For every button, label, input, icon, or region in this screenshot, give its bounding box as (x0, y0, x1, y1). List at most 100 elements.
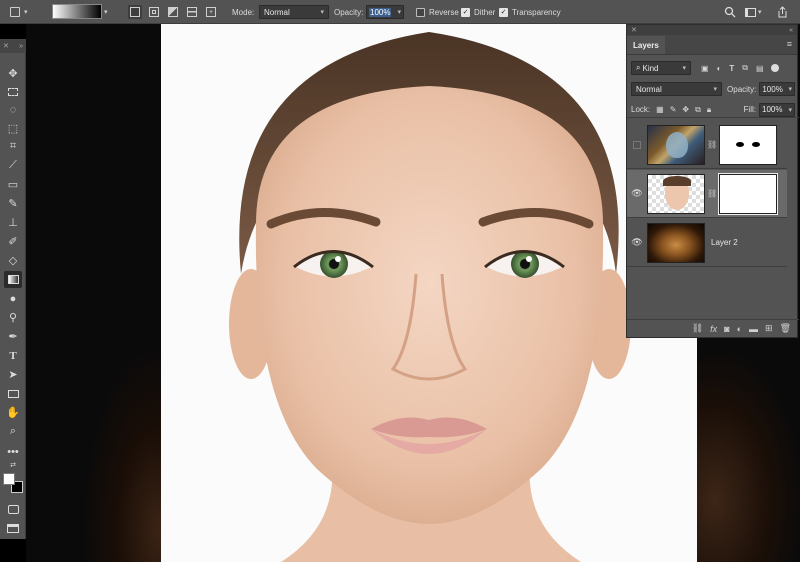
visibility-toggle[interactable]: 👁︎ (627, 237, 647, 248)
diamond-gradient-button[interactable]: + (204, 5, 218, 19)
gradient-picker[interactable] (52, 4, 102, 19)
layer-mask-thumbnail[interactable] (718, 172, 779, 215)
workspace-button[interactable]: ▾ (745, 0, 762, 24)
opacity-value: 100% (369, 7, 392, 17)
lock-transparent-icon[interactable]: ▦ (656, 105, 664, 114)
mode-select[interactable]: Normal ▾ (259, 5, 329, 19)
panel-tabs: Layers ≡ (627, 35, 797, 55)
quick-mask[interactable] (4, 501, 22, 518)
dither-checkbox[interactable]: ✓ Dither (461, 0, 495, 24)
fx-icon[interactable]: fx (710, 324, 717, 334)
foreground-color-swatch[interactable] (3, 473, 15, 485)
dodge-tool[interactable]: ⚲ (4, 309, 22, 326)
lock-position-icon[interactable]: ✥ (682, 105, 689, 114)
close-icon[interactable]: ✕ (3, 42, 9, 50)
fill-label: Fill: (743, 105, 756, 114)
radial-gradient-button[interactable] (147, 5, 161, 19)
angle-gradient-button[interactable] (166, 5, 180, 19)
add-mask-icon[interactable]: ◙ (724, 324, 729, 334)
pen-tool[interactable]: ✒ (4, 328, 22, 345)
linear-gradient-button[interactable] (128, 5, 142, 19)
history-brush-tool[interactable]: ✐ (4, 233, 22, 250)
dither-label: Dither (474, 7, 496, 17)
eyedropper-tool[interactable]: ⟋ (4, 157, 22, 174)
link-icon[interactable]: ⛓ (707, 189, 717, 198)
layer-thumbnail-face-photo[interactable] (647, 173, 705, 214)
visibility-toggle[interactable] (627, 140, 647, 149)
clone-stamp-tool[interactable]: ⊥ (4, 214, 22, 231)
lasso-tool[interactable]: ◌ (4, 101, 22, 118)
lock-pixels-icon[interactable]: ✎ (670, 105, 677, 114)
panel-menu-icon[interactable]: ≡ (787, 39, 792, 49)
zoom-tool[interactable]: ⌕ (4, 423, 22, 440)
gradient-dropdown[interactable]: ▾ (104, 0, 108, 24)
trash-icon[interactable]: 🗑︎ (780, 323, 791, 334)
smart-object-filter-icon[interactable]: ▤ (756, 64, 764, 73)
gradient-tool-icon (8, 5, 22, 19)
rectangle-tool[interactable] (4, 385, 22, 402)
foreground-background[interactable] (3, 473, 25, 495)
layer-row[interactable]: ⛓ (627, 121, 787, 169)
layer-mask-thumbnail[interactable] (719, 124, 778, 165)
reverse-checkbox[interactable]: Reverse (416, 0, 459, 24)
blend-mode-select[interactable]: Normal ▾ (631, 82, 723, 96)
gradient-tool[interactable] (4, 271, 22, 288)
chevron-down-icon: ▾ (788, 106, 792, 114)
type-filter-icon[interactable]: T (729, 64, 734, 73)
lock-artboard-icon[interactable]: ⧉ (695, 105, 701, 115)
layer-opacity-field[interactable]: 100% ▾ (759, 82, 795, 96)
marquee-tool[interactable] (4, 83, 22, 100)
adjustment-layer-icon[interactable]: ◐ (737, 324, 742, 334)
path-select-tool[interactable]: ➤ (4, 366, 22, 383)
move-tool[interactable]: ✥ (4, 65, 22, 82)
blend-row: Normal ▾ Opacity: 100% ▾ (627, 81, 799, 97)
woman-face-illustration (229, 32, 631, 562)
tab-layers[interactable]: Layers (627, 36, 665, 54)
quick-select-tool[interactable]: ⬚ (4, 120, 22, 137)
chevron-down-icon: ▾ (758, 9, 762, 16)
chevron-down-icon: ▾ (397, 9, 401, 16)
search-button[interactable] (724, 0, 736, 24)
opacity-label: Opacity: (334, 7, 364, 17)
swap-colors[interactable]: ⇄ (4, 460, 22, 470)
layer-thumbnail-lion-photo[interactable] (647, 222, 705, 263)
layer-name: Layer 2 (711, 238, 738, 247)
close-icon[interactable]: ✕ (631, 26, 637, 34)
expand-icon[interactable]: » (19, 43, 23, 50)
crop-tool[interactable]: ⌗ (4, 138, 22, 155)
pixel-filter-icon[interactable]: ▣ (701, 64, 709, 73)
eraser-tool[interactable]: ◇ (4, 252, 22, 269)
chevron-down-icon: ▾ (713, 86, 718, 93)
lock-all-icon[interactable]: 🔒︎ (707, 105, 711, 115)
layer-thumbnail-mask-photo[interactable] (647, 124, 705, 165)
layer-row[interactable]: 👁︎ Layer 2 (627, 219, 787, 267)
filter-kind-select[interactable]: ⌕ Kind ▾ (631, 61, 691, 75)
reflected-gradient-button[interactable] (185, 5, 199, 19)
new-layer-icon[interactable]: ⊞ (765, 323, 773, 334)
healing-tool[interactable]: ▭ (4, 176, 22, 193)
link-icon[interactable]: ⛓ (707, 140, 717, 149)
hand-tool[interactable]: ✋ (4, 404, 22, 421)
adjustment-filter-icon[interactable]: ◐ (717, 64, 722, 73)
stamp-icon: ⊥ (8, 217, 18, 229)
blur-tool[interactable]: ● (4, 290, 22, 307)
layer-row-selected[interactable]: 👁︎ ⛓ (627, 170, 787, 218)
link-layers-icon[interactable]: ⛓ (692, 323, 703, 334)
filter-toggle-icon[interactable] (770, 64, 779, 72)
tool-preset-picker[interactable]: ▾ (8, 0, 28, 24)
opacity-field[interactable]: 100% ▾ (366, 5, 404, 19)
panel-titlebar: ✕ « (627, 25, 797, 35)
visibility-toggle[interactable]: 👁︎ (627, 188, 647, 199)
shape-filter-icon[interactable]: ⧉ (742, 63, 748, 73)
share-button[interactable] (777, 0, 788, 24)
new-group-icon[interactable]: ▬ (749, 324, 758, 334)
type-tool[interactable]: T (4, 347, 22, 364)
layer-opacity-value: 100% (762, 84, 783, 94)
transparency-checkbox[interactable]: ✓ Transparency (499, 0, 561, 24)
dither-check: ✓ (461, 7, 470, 17)
collapse-icon[interactable]: « (789, 27, 793, 34)
screen-mode[interactable] (4, 520, 22, 537)
brush-tool[interactable]: ✎ (4, 195, 22, 212)
more-tools[interactable]: ••• (4, 443, 22, 460)
fill-field[interactable]: 100% ▾ (759, 102, 795, 117)
